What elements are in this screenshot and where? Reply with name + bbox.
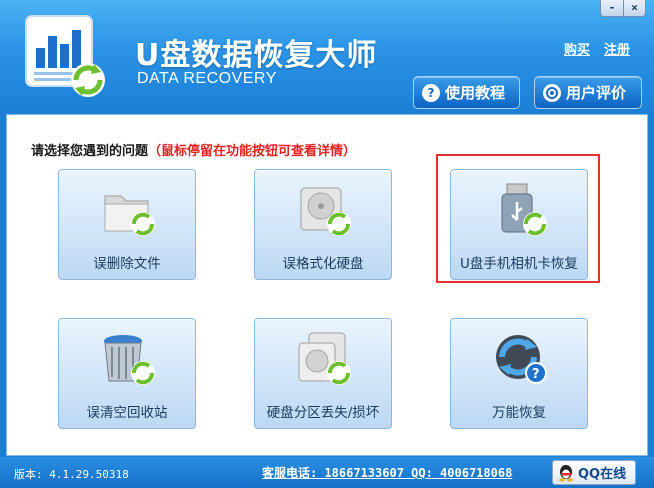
review-button[interactable]: 用户评价 <box>534 76 642 109</box>
close-button[interactable]: × <box>623 0 645 16</box>
folder-icon <box>104 195 155 236</box>
contact-link[interactable]: 客服电话: 18667133607 QQ: 4006718068 <box>262 464 512 481</box>
selection-highlight <box>436 154 600 283</box>
svg-text:?: ? <box>532 367 540 382</box>
register-link[interactable]: 注册 <box>604 39 630 58</box>
hard-disk-icon <box>300 187 351 236</box>
qq-penguin-icon <box>559 464 573 482</box>
app-title: U盘数据恢复大师 <box>135 38 378 73</box>
universal-recovery-icon: ? <box>496 335 547 384</box>
tile-universal-recovery[interactable]: ? 万能恢复 <box>450 318 588 429</box>
footer: 版本: 4.1.29.50318 客服电话: 18667133607 QQ: 4… <box>0 457 654 488</box>
prompt-hint: （鼠标停留在功能按钮可查看详情） <box>148 144 357 159</box>
qq-online-label: QQ在线 <box>578 467 627 482</box>
review-icon <box>543 83 561 102</box>
recycle-bin-icon <box>104 335 155 385</box>
prompt-question: 请选择您遇到的问题 <box>31 144 149 159</box>
prompt-text: 请选择您遇到的问题（鼠标停留在功能按钮可查看详情） <box>31 140 356 159</box>
tile-label: 误格式化硬盘 <box>282 256 364 272</box>
top-links: 购买 注册 <box>564 39 630 58</box>
tile-deleted-files[interactable]: 误删除文件 <box>58 169 196 280</box>
tile-partition-lost[interactable]: 硬盘分区丢失/损坏 <box>254 318 392 429</box>
minimize-button[interactable]: - <box>601 0 623 16</box>
tile-label: 硬盘分区丢失/损坏 <box>266 405 380 421</box>
tutorial-button-label: 使用教程 <box>445 84 506 102</box>
tile-label: 误删除文件 <box>93 256 161 272</box>
qq-online-button[interactable]: QQ在线 <box>552 460 636 485</box>
disk-partition-icon <box>298 332 351 385</box>
review-button-label: 用户评价 <box>566 84 627 102</box>
help-icon: ? <box>422 83 440 102</box>
tile-label: 误清空回收站 <box>86 405 168 421</box>
version-text: 版本: 4.1.29.50318 <box>14 468 129 481</box>
app-subtitle: DATA RECOVERY <box>137 70 277 87</box>
tile-formatted-disk[interactable]: 误格式化硬盘 <box>254 169 392 280</box>
tile-recycle-bin[interactable]: 误清空回收站 <box>58 318 196 429</box>
app-logo-icon <box>25 15 105 97</box>
main-panel: 请选择您遇到的问题（鼠标停留在功能按钮可查看详情） 误删除文件 误格式化硬盘 U… <box>6 114 648 456</box>
window-controls: - × <box>600 0 646 17</box>
header: U盘数据恢复大师 DATA RECOVERY - × 购买 注册 ? 使用教程 … <box>0 0 654 114</box>
buy-link[interactable]: 购买 <box>564 39 590 58</box>
tutorial-button[interactable]: ? 使用教程 <box>413 76 520 109</box>
tile-label: 万能恢复 <box>492 405 546 421</box>
